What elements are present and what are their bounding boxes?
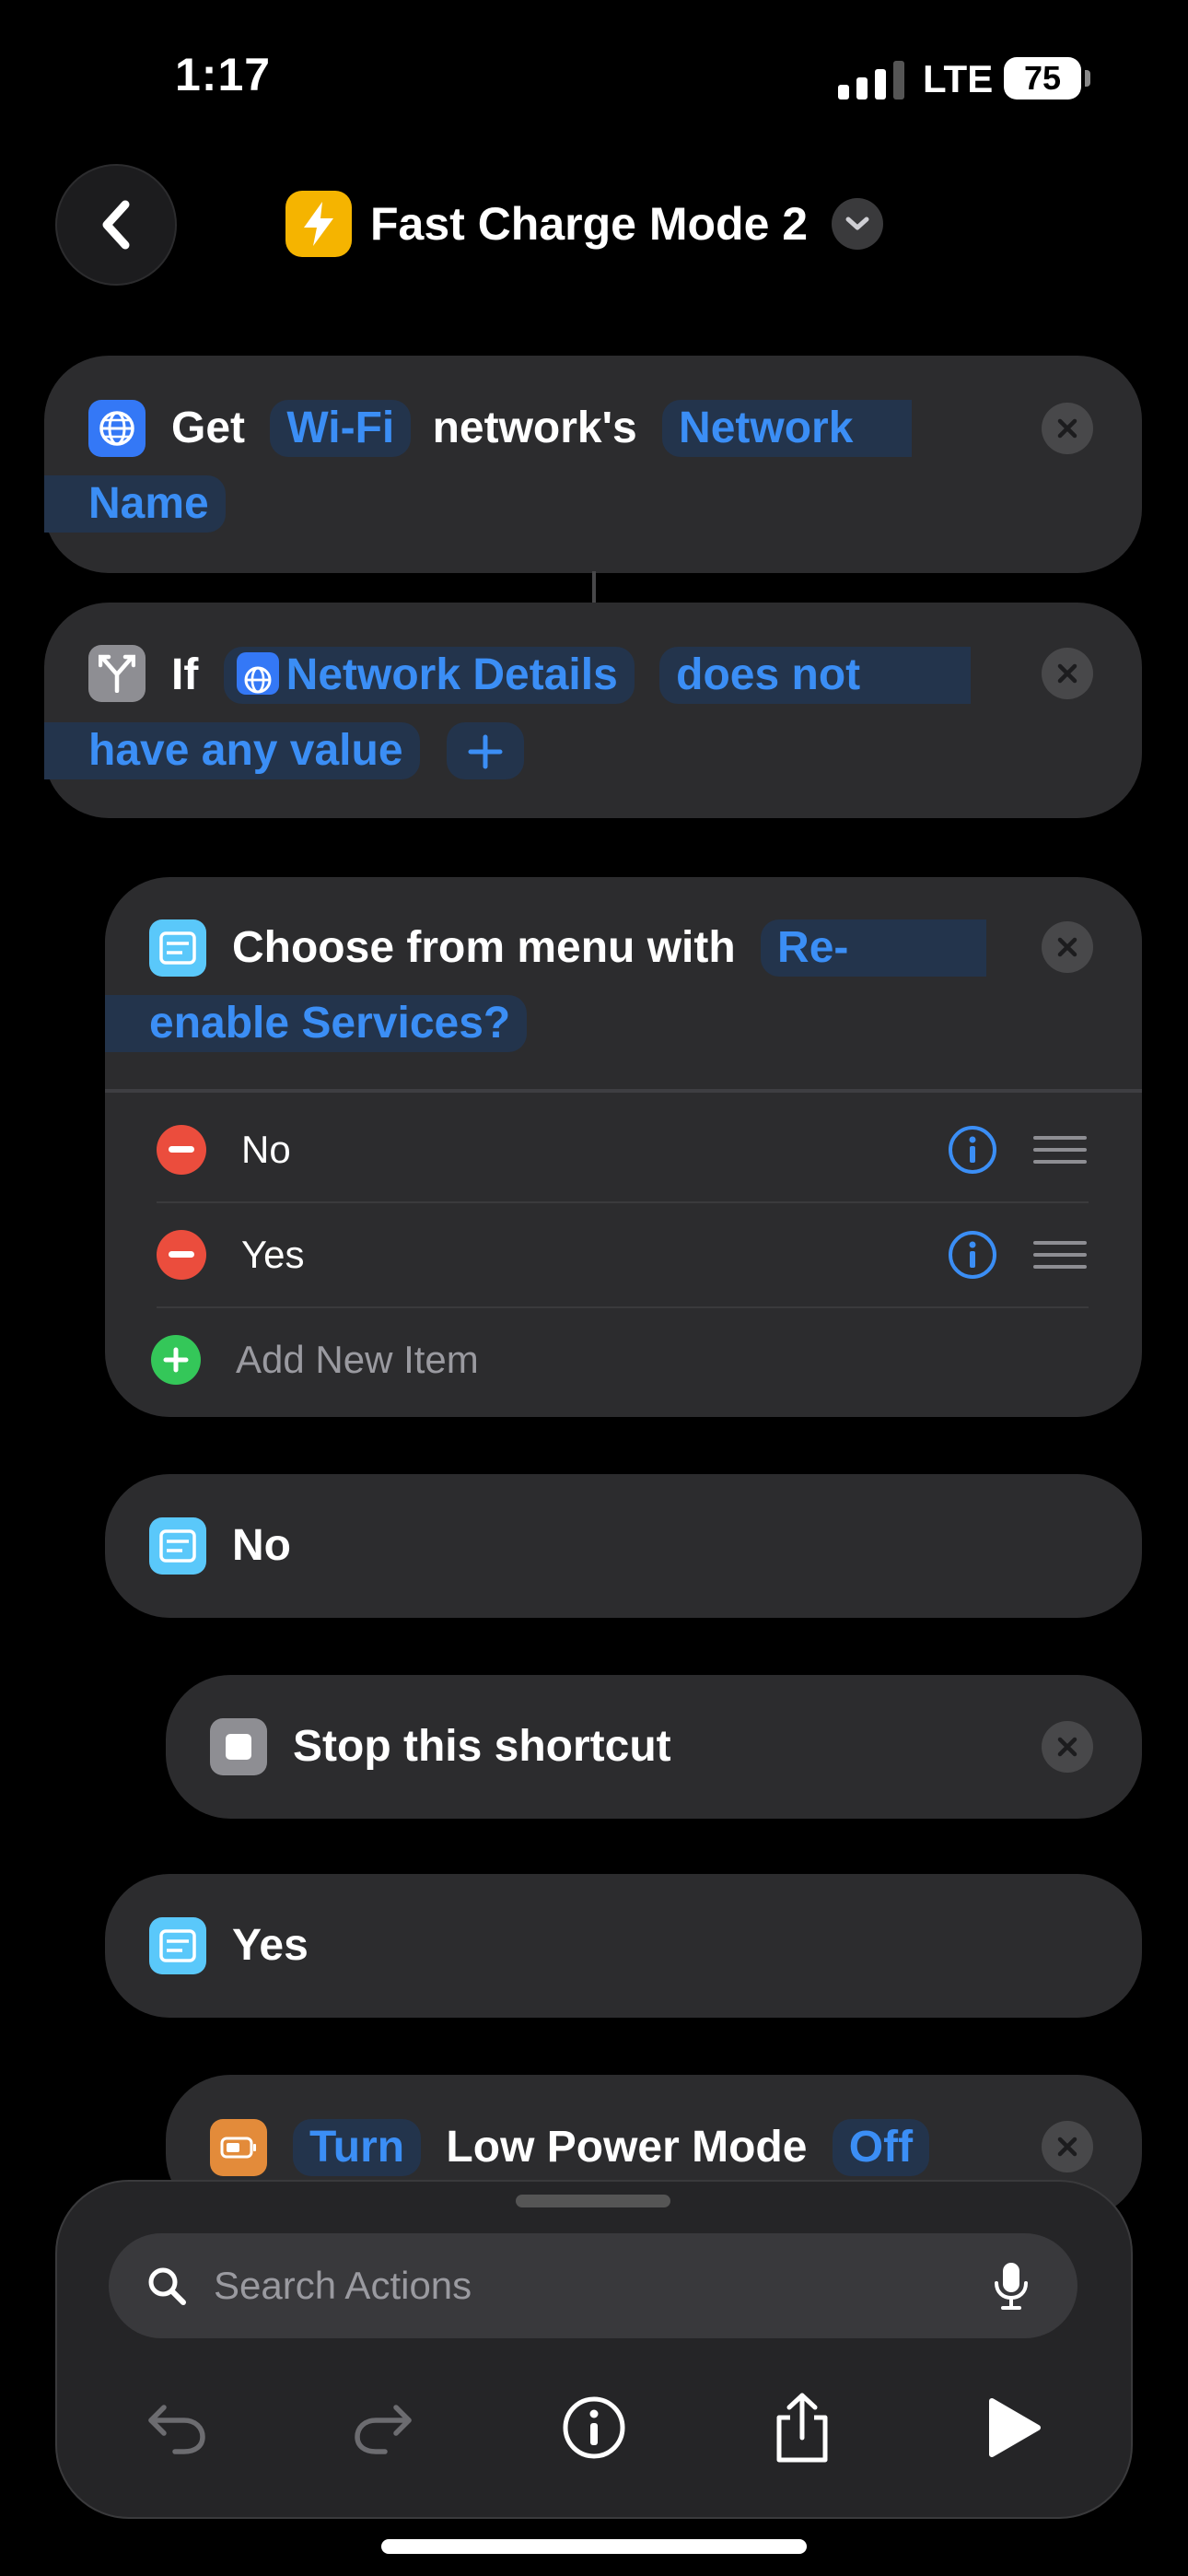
add-new-item-button[interactable]: Add New Item [151, 1308, 1081, 1411]
share-button[interactable] [761, 2386, 844, 2469]
menu-icon [149, 1917, 206, 1974]
turn-parameter[interactable]: Turn [293, 2119, 422, 2176]
status-time: 1:17 [175, 49, 272, 100]
back-button[interactable] [55, 164, 177, 286]
chevron-left-icon [102, 200, 130, 250]
menu-icon [149, 919, 206, 977]
shortcut-title: Fast Charge Mode 2 [370, 198, 809, 250]
menu-prompt-parameter-cont[interactable]: enable Services? [105, 995, 528, 1052]
remove-action-button[interactable] [1042, 921, 1093, 973]
choose-menu-text: Choose from menu with [232, 923, 736, 972]
action-connector [592, 571, 596, 603]
drag-handle-icon[interactable] [1033, 1135, 1087, 1165]
divider [105, 1089, 1142, 1093]
close-icon [1057, 663, 1077, 684]
if-keyword: If [171, 650, 199, 699]
case-yes-label: Yes [232, 1921, 309, 1970]
close-icon [1057, 2137, 1077, 2157]
drag-handle-icon[interactable] [1033, 1240, 1087, 1270]
menu-item-label[interactable]: Yes [241, 1233, 947, 1277]
menu-icon [149, 1517, 206, 1575]
battery-level: 75 [1023, 59, 1062, 97]
branch-icon [88, 645, 146, 702]
cellular-signal-icon [838, 61, 904, 100]
remove-action-button[interactable] [1042, 1721, 1093, 1773]
panel-grabber[interactable] [516, 2195, 670, 2207]
remove-item-button[interactable] [157, 1230, 206, 1280]
battery-low-power-icon [210, 2119, 267, 2176]
battery-tip [1085, 70, 1090, 87]
close-icon [1057, 1737, 1077, 1757]
stop-icon [210, 1718, 267, 1775]
menu-item-label[interactable]: No [241, 1128, 947, 1172]
menu-item-yes[interactable]: Yes [157, 1203, 1087, 1306]
redo-icon [355, 2405, 412, 2454]
undo-button[interactable] [134, 2386, 217, 2469]
condition-parameter-cont[interactable]: have any value [44, 722, 420, 779]
lightning-bolt-icon [285, 191, 352, 257]
condition-parameter[interactable]: does not [659, 647, 972, 704]
undo-icon [148, 2405, 205, 2454]
state-parameter[interactable]: Off [832, 2119, 930, 2176]
search-icon [148, 2267, 186, 2305]
info-icon[interactable] [947, 1124, 998, 1176]
stop-shortcut-label: Stop this shortcut [293, 1722, 671, 1771]
globe-icon [88, 400, 146, 457]
shortcut-title-button[interactable]: Fast Charge Mode 2 [285, 190, 884, 258]
network-details-label: Network Details [285, 650, 618, 699]
network-details-variable[interactable]: Network Details [223, 647, 635, 704]
info-icon [563, 2396, 625, 2459]
redo-button[interactable] [343, 2386, 425, 2469]
remove-action-button[interactable] [1042, 2121, 1093, 2172]
menu-prompt-parameter[interactable]: Re- [761, 919, 987, 977]
minus-icon [169, 1146, 194, 1153]
plus-icon [468, 734, 503, 769]
network-name-parameter-cont[interactable]: Name [44, 475, 226, 533]
remove-item-button[interactable] [157, 1125, 206, 1175]
add-condition-button[interactable] [446, 722, 524, 779]
networks-text: network's [432, 404, 637, 452]
get-keyword: Get [171, 404, 246, 452]
add-item-icon [151, 1335, 201, 1385]
play-icon [989, 2398, 1041, 2457]
close-icon [1057, 937, 1077, 957]
remove-action-button[interactable] [1042, 403, 1093, 454]
chevron-down-icon [832, 198, 884, 250]
info-button[interactable] [553, 2386, 635, 2469]
network-type: LTE [923, 57, 994, 100]
home-indicator [381, 2539, 807, 2554]
battery-icon: 75 [1004, 57, 1081, 100]
globe-icon [236, 652, 279, 695]
network-name-parameter[interactable]: Network [662, 400, 913, 457]
menu-item-no[interactable]: No [157, 1098, 1087, 1201]
wifi-parameter[interactable]: Wi-Fi [270, 400, 412, 457]
low-power-mode-label: Low Power Mode [446, 2123, 808, 2172]
microphone-icon[interactable] [993, 2261, 1030, 2311]
close-icon [1057, 418, 1077, 439]
search-actions-field[interactable] [109, 2233, 1077, 2338]
share-icon [776, 2393, 828, 2463]
remove-action-button[interactable] [1042, 648, 1093, 699]
add-new-item-label: Add New Item [236, 1338, 479, 1381]
minus-icon [169, 1251, 194, 1258]
search-input[interactable] [212, 2263, 993, 2309]
case-no-label: No [232, 1521, 291, 1570]
run-button[interactable] [973, 2386, 1055, 2469]
info-icon[interactable] [947, 1229, 998, 1281]
